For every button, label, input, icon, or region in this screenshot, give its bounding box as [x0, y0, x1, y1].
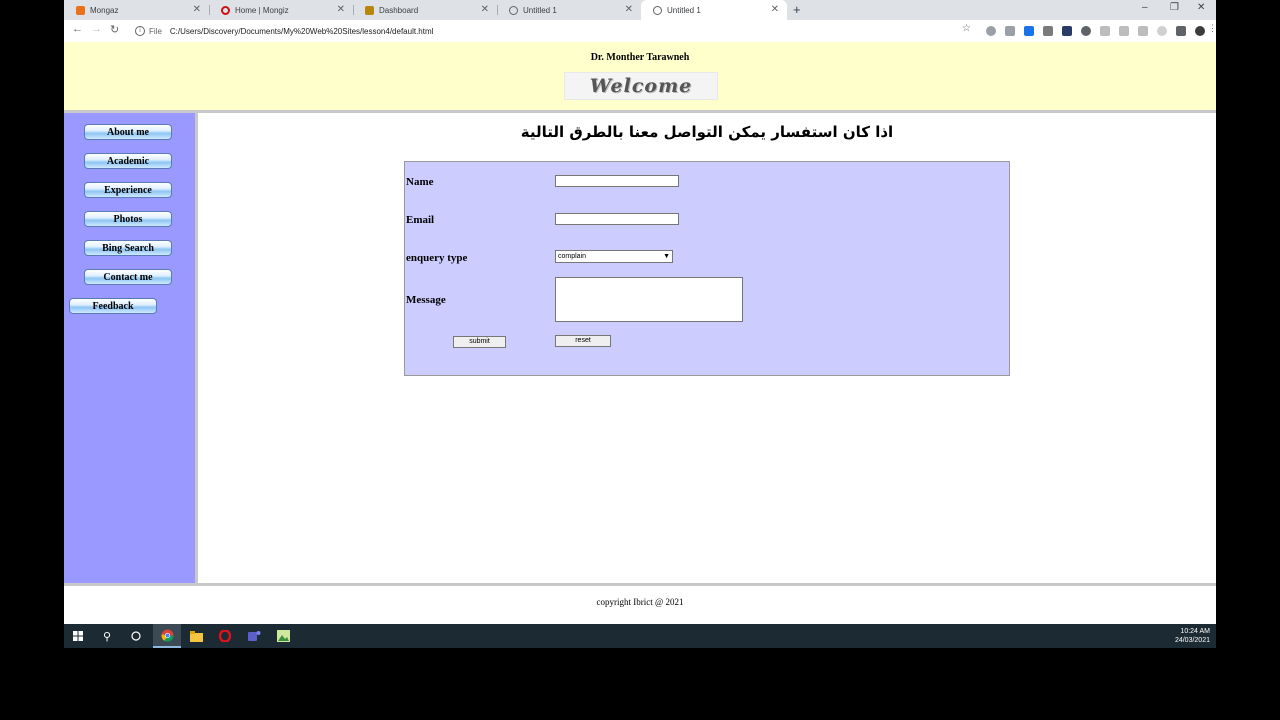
info-icon[interactable]: i [135, 26, 145, 36]
close-icon[interactable]: ✕ [193, 4, 201, 16]
enquiry-type-select[interactable]: complain ▼ [555, 250, 673, 263]
tab-title: Untitled 1 [667, 5, 701, 15]
web-page: Dr. Monther Tarawneh Welcome About me Ac… [64, 42, 1216, 624]
extension-frame-icon[interactable] [1100, 26, 1110, 36]
tab-title: Home | Mongiz [235, 5, 289, 15]
enquiry-type-value: complain [558, 253, 587, 260]
tab-home-mongiz[interactable]: Home | Mongiz ✕ [209, 0, 354, 20]
tab-untitled-1[interactable]: Untitled 1 ✕ [497, 0, 641, 20]
close-icon[interactable]: ✕ [625, 4, 633, 16]
extension-ring-icon[interactable] [1157, 26, 1167, 36]
tab-strip: Mongaz ✕ Home | Mongiz ✕ Dashboard ✕ Unt… [64, 0, 1216, 20]
email-label: Email [406, 214, 435, 226]
tab-title: Untitled 1 [523, 5, 557, 15]
extension-help-icon[interactable] [1138, 26, 1148, 36]
clock-date: 24/03/2021 [1174, 637, 1210, 644]
windows-start-icon[interactable] [71, 629, 85, 643]
restore-button[interactable]: ❐ [1170, 2, 1179, 13]
main-content: اذا كان استفسار يمكن التواصل معنا بالطرق… [198, 113, 1216, 583]
address-url[interactable]: C:/Users/Discovery/Documents/My%20Web%20… [170, 27, 434, 36]
site-header: Dr. Monther Tarawneh Welcome [64, 42, 1216, 113]
submit-button[interactable]: submit [453, 336, 506, 348]
tab-untitled-1-active[interactable]: Untitled 1 ✕ [641, 0, 787, 20]
windows-taskbar: ⚲ 10:24 AM 24/03/2021 [64, 624, 1216, 648]
extension-mail-icon[interactable] [1005, 26, 1015, 36]
tab-dashboard[interactable]: Dashboard ✕ [353, 0, 498, 20]
extensions-puzzle-icon[interactable] [1176, 26, 1186, 36]
extension-shield-icon[interactable] [1024, 26, 1034, 36]
nav-experience[interactable]: Experience [84, 182, 172, 198]
search-icon[interactable]: ⚲ [100, 629, 114, 643]
dashboard-icon [365, 5, 374, 15]
close-icon[interactable]: ✕ [337, 4, 345, 16]
copyright-text: copyright Ibrict @ 2021 [596, 597, 684, 607]
profile-avatar[interactable] [1195, 26, 1205, 36]
kebab-menu-icon[interactable]: ⋮ [1208, 23, 1216, 34]
chrome-taskbar-icon[interactable] [153, 624, 181, 648]
nav-photos[interactable]: Photos [84, 211, 172, 227]
name-input[interactable] [555, 175, 679, 187]
back-button[interactable]: ← [72, 23, 83, 35]
browser-toolbar: ← → ↻ i File C:/Users/Discovery/Document… [64, 20, 1216, 43]
cortana-icon[interactable] [129, 629, 143, 643]
clock-time: 10:24 AM [1180, 628, 1210, 635]
welcome-logo: Welcome [564, 72, 718, 100]
close-icon[interactable]: ✕ [481, 4, 489, 16]
extension-s-icon[interactable] [1062, 26, 1072, 36]
window-close-button[interactable]: ✕ [1197, 2, 1205, 13]
file-explorer-icon[interactable] [189, 629, 203, 643]
forward-button[interactable]: → [91, 23, 102, 35]
mongaz-icon [76, 5, 85, 15]
contact-form: Name Email enquery type complain ▼ Messa… [404, 161, 1010, 376]
nav-contact-me[interactable]: Contact me [84, 269, 172, 285]
screen: Mongaz ✕ Home | Mongiz ✕ Dashboard ✕ Unt… [64, 0, 1216, 648]
extension-circle-icon[interactable] [1081, 26, 1091, 36]
author-name: Dr. Monther Tarawneh [590, 52, 690, 63]
system-clock[interactable]: 10:24 AM 24/03/2021 [1175, 627, 1210, 645]
message-label: Message [406, 294, 446, 306]
opera-circle-icon [221, 5, 230, 15]
message-textarea[interactable] [555, 277, 743, 322]
nav-academic[interactable]: Academic [84, 153, 172, 169]
reload-button[interactable]: ↻ [110, 23, 119, 36]
page-heading: اذا كان استفسار يمكن التواصل معنا بالطرق… [520, 123, 894, 141]
sidebar: About me Academic Experience Photos Bing… [64, 113, 198, 583]
opera-icon[interactable] [218, 629, 232, 643]
name-label: Name [406, 176, 434, 188]
minimize-button[interactable]: – [1142, 2, 1148, 13]
globe-icon [509, 5, 518, 15]
email-input[interactable] [555, 213, 679, 225]
reset-button[interactable]: reset [555, 335, 611, 347]
nav-feedback[interactable]: Feedback [69, 298, 157, 314]
tab-title: Mongaz [90, 5, 119, 15]
bookmark-star-icon[interactable]: ☆ [962, 23, 971, 34]
site-footer: copyright Ibrict @ 2021 [64, 583, 1216, 624]
address-scheme-label: File [149, 26, 162, 36]
address-bar[interactable]: i File C:/Users/Discovery/Documents/My%2… [131, 22, 971, 40]
tab-title: Dashboard [379, 5, 419, 15]
extension-music-icon[interactable] [1119, 26, 1129, 36]
close-icon[interactable]: ✕ [771, 4, 779, 16]
teams-icon[interactable] [247, 629, 261, 643]
new-tab-button[interactable]: + [793, 2, 801, 17]
chevron-down-icon: ▼ [663, 253, 670, 260]
globe-icon [653, 5, 662, 15]
extension-cube-icon[interactable] [1043, 26, 1053, 36]
extension-globe-icon[interactable] [986, 26, 996, 36]
tab-mongaz[interactable]: Mongaz ✕ [64, 0, 210, 20]
nav-bing-search[interactable]: Bing Search [84, 240, 172, 256]
enquiry-type-label: enquery type [406, 252, 468, 264]
image-viewer-icon[interactable] [276, 629, 290, 643]
nav-about-me[interactable]: About me [84, 124, 172, 140]
